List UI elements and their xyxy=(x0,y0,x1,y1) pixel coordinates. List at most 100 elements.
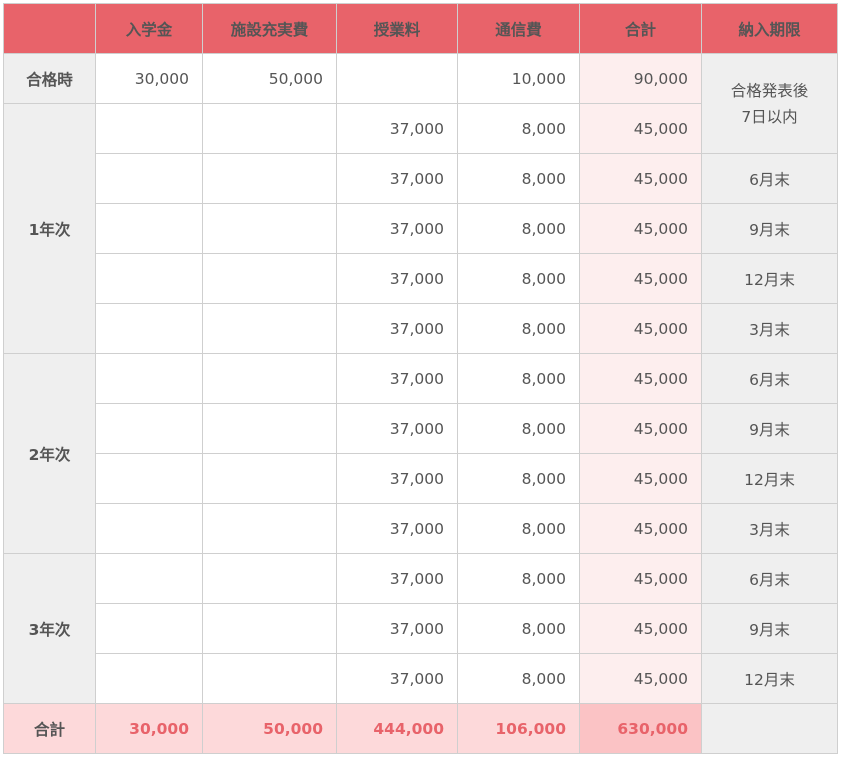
cell-tuition: 37,000 xyxy=(336,303,458,354)
cell-total: 45,000 xyxy=(579,303,702,354)
cell-facility-fee xyxy=(202,553,337,604)
cell-communication-fee: 8,000 xyxy=(457,353,580,404)
cell-due-date: 6月末 xyxy=(701,553,838,604)
cell-communication-fee: 8,000 xyxy=(457,503,580,554)
table-row: 37,000 8,000 45,000 9月末 xyxy=(4,603,838,654)
cell-due-date: 9月末 xyxy=(701,603,838,654)
cell-total: 45,000 xyxy=(579,103,702,154)
row-label-admission: 合格時 xyxy=(3,53,96,104)
total-due-blank xyxy=(701,703,838,754)
table-row: 37,000 8,000 45,000 9月末 xyxy=(4,203,838,254)
cell-total: 45,000 xyxy=(579,453,702,504)
cell-due-date: 12月末 xyxy=(701,253,838,304)
cell-tuition: 37,000 xyxy=(336,503,458,554)
cell-tuition: 37,000 xyxy=(336,603,458,654)
tuition-fee-table: 入学金 施設充実費 授業料 通信費 合計 納入期限 合格時 30,000 50,… xyxy=(3,3,838,754)
cell-entrance-fee xyxy=(95,253,203,304)
cell-entrance-fee xyxy=(95,503,203,554)
grand-total: 630,000 xyxy=(579,703,702,754)
row-label-year-2: 2年次 xyxy=(3,353,96,554)
cell-total: 45,000 xyxy=(579,203,702,254)
cell-tuition: 37,000 xyxy=(336,453,458,504)
cell-communication-fee: 8,000 xyxy=(457,303,580,354)
table-row-total: 合計 30,000 50,000 444,000 106,000 630,000 xyxy=(3,703,838,754)
header-corner xyxy=(3,3,96,54)
cell-facility-fee xyxy=(202,353,337,404)
cell-communication-fee: 8,000 xyxy=(457,203,580,254)
cell-tuition: 37,000 xyxy=(336,353,458,404)
cell-total: 45,000 xyxy=(579,553,702,604)
cell-facility-fee xyxy=(202,203,337,254)
cell-total: 45,000 xyxy=(579,603,702,654)
cell-due-admission: 合格発表後 7日以内 xyxy=(701,53,838,154)
cell-total: 90,000 xyxy=(579,53,702,104)
table-row: 37,000 8,000 45,000 6月末 xyxy=(4,153,838,204)
cell-tuition: 37,000 xyxy=(336,253,458,304)
total-entrance-fee: 30,000 xyxy=(95,703,203,754)
header-tuition: 授業料 xyxy=(336,3,458,54)
cell-tuition xyxy=(336,53,458,104)
cell-communication-fee: 8,000 xyxy=(457,603,580,654)
cell-facility-fee xyxy=(202,103,337,154)
cell-facility-fee xyxy=(202,503,337,554)
cell-due-date: 3月末 xyxy=(701,303,838,354)
cell-due-date: 3月末 xyxy=(701,503,838,554)
due-line-2: 7日以内 xyxy=(741,107,798,126)
cell-communication-fee: 8,000 xyxy=(457,153,580,204)
cell-due-date: 9月末 xyxy=(701,203,838,254)
cell-due-date: 9月末 xyxy=(701,403,838,454)
header-total: 合計 xyxy=(579,3,702,54)
cell-facility-fee xyxy=(202,153,337,204)
cell-tuition: 37,000 xyxy=(336,103,458,154)
cell-communication-fee: 8,000 xyxy=(457,253,580,304)
cell-tuition: 37,000 xyxy=(336,153,458,204)
table-row: 2年次 37,000 8,000 45,000 6月末 xyxy=(3,353,838,554)
cell-communication-fee: 8,000 xyxy=(457,103,580,154)
table-header-row: 入学金 施設充実費 授業料 通信費 合計 納入期限 xyxy=(3,3,838,54)
cell-total: 45,000 xyxy=(579,153,702,204)
cell-total: 45,000 xyxy=(579,503,702,554)
total-tuition: 444,000 xyxy=(336,703,458,754)
cell-tuition: 37,000 xyxy=(336,653,458,704)
table-row: 37,000 8,000 45,000 12月末 xyxy=(4,253,838,304)
cell-entrance-fee xyxy=(95,103,203,154)
cell-communication-fee: 10,000 xyxy=(457,53,580,104)
cell-communication-fee: 8,000 xyxy=(457,553,580,604)
cell-entrance-fee xyxy=(95,603,203,654)
cell-entrance-fee xyxy=(95,153,203,204)
cell-due-date: 12月末 xyxy=(701,453,838,504)
cell-communication-fee: 8,000 xyxy=(457,653,580,704)
total-communication-fee: 106,000 xyxy=(457,703,580,754)
row-label-total: 合計 xyxy=(3,703,96,754)
cell-total: 45,000 xyxy=(579,353,702,404)
header-entrance-fee: 入学金 xyxy=(95,3,203,54)
header-communication-fee: 通信費 xyxy=(457,3,580,54)
table-row-admission: 合格時 30,000 50,000 10,000 90,000 合格発表後 7日以… xyxy=(3,53,838,154)
cell-entrance-fee: 30,000 xyxy=(95,53,203,104)
header-due-date: 納入期限 xyxy=(701,3,838,54)
row-label-year-3: 3年次 xyxy=(3,553,96,704)
cell-entrance-fee xyxy=(95,203,203,254)
table-row: 37,000 8,000 45,000 12月末 xyxy=(4,653,838,704)
total-facility-fee: 50,000 xyxy=(202,703,337,754)
cell-tuition: 37,000 xyxy=(336,553,458,604)
cell-entrance-fee xyxy=(95,453,203,504)
cell-facility-fee xyxy=(202,453,337,504)
cell-total: 45,000 xyxy=(579,403,702,454)
cell-facility-fee xyxy=(202,403,337,454)
due-line-1: 合格発表後 xyxy=(730,81,809,100)
cell-tuition: 37,000 xyxy=(336,403,458,454)
cell-tuition: 37,000 xyxy=(336,203,458,254)
table-row: 37,000 8,000 45,000 12月末 xyxy=(4,453,838,504)
cell-facility-fee: 50,000 xyxy=(202,53,337,104)
cell-entrance-fee xyxy=(95,303,203,354)
cell-entrance-fee xyxy=(95,353,203,404)
table-row: 37,000 8,000 45,000 3月末 xyxy=(4,303,838,354)
cell-due-date: 6月末 xyxy=(701,153,838,204)
cell-due-date: 12月末 xyxy=(701,653,838,704)
table-row: 37,000 8,000 45,000 3月末 xyxy=(4,503,838,554)
cell-due-date: 6月末 xyxy=(701,353,838,404)
table-row: 37,000 8,000 45,000 9月末 xyxy=(4,403,838,454)
cell-total: 45,000 xyxy=(579,253,702,304)
cell-entrance-fee xyxy=(95,653,203,704)
